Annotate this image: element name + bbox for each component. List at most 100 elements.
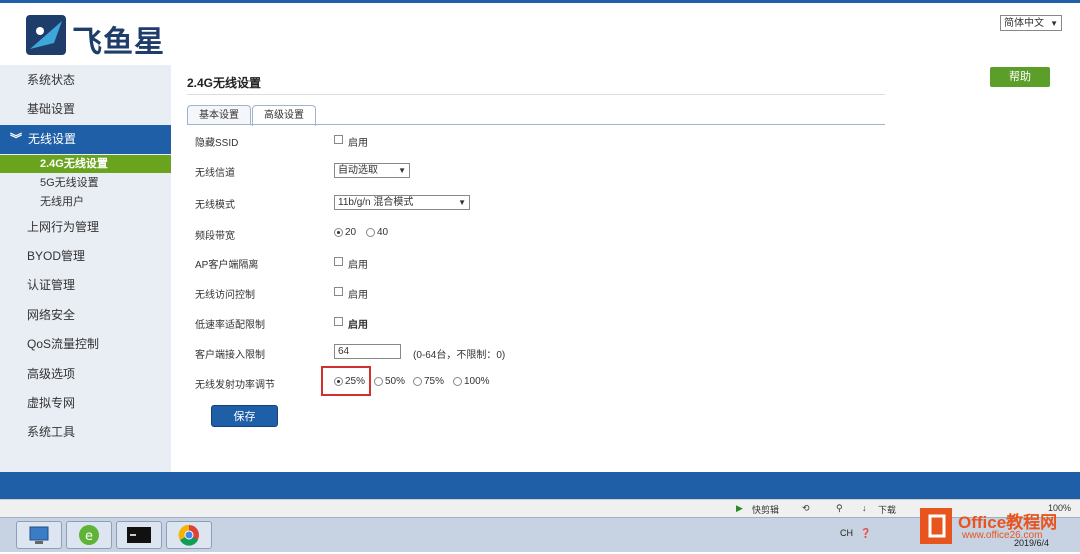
hide-ssid-checkbox[interactable]: [334, 135, 343, 144]
swirl-icon: ⟲: [802, 503, 810, 513]
taskbar-ie-button[interactable]: e: [66, 521, 112, 549]
sidebar-item-label: 高级选项: [27, 367, 76, 381]
hide-ssid-label: 隐藏SSID: [195, 138, 239, 149]
status-download[interactable]: 下载: [878, 503, 896, 516]
bandwidth-option-40: 40: [377, 227, 389, 238]
language-value: 简体中文: [1004, 18, 1044, 29]
watermark-subtext: www.office26.com: [962, 530, 1043, 541]
sidebar-subitem-label: 5G无线设置: [40, 177, 99, 189]
mode-value: 11b/g/n 混合模式: [338, 197, 414, 208]
sidebar-subitem-label: 无线用户: [40, 196, 84, 208]
browser-e-icon: e: [79, 525, 99, 545]
save-button[interactable]: 保存: [211, 405, 278, 427]
terminal-icon: [127, 527, 151, 543]
access-control-checkbox[interactable]: [334, 287, 343, 296]
main-content: 2.4G无线设置 帮助 基本设置 高级设置 隐藏SSID 启用 无线信道 自动选…: [171, 65, 1080, 472]
client-limit-label: 客户端接入限制: [195, 350, 265, 361]
download-icon: ↓: [862, 503, 867, 513]
highlight-box: [321, 366, 371, 396]
taskbar-cmd-button[interactable]: [116, 521, 162, 549]
sidebar-item-security[interactable]: 网络安全: [0, 301, 171, 330]
help-circle-icon[interactable]: ❓: [860, 528, 871, 539]
footer-bar: [0, 472, 1080, 499]
tabs-divider: [187, 124, 885, 125]
bandwidth-label: 频段带宽: [195, 231, 235, 242]
ap-isolation-checkbox[interactable]: [334, 257, 343, 266]
tab-advanced[interactable]: 高级设置: [252, 105, 316, 126]
channel-value: 自动选取: [338, 165, 378, 176]
ap-isolation-option: 启用: [348, 260, 368, 271]
sidebar-item-vpn[interactable]: 虚拟专网: [0, 389, 171, 418]
play-icon: ▶: [736, 503, 743, 513]
ap-isolation-label: AP客户端隔离: [195, 260, 259, 271]
sidebar-item-label: 基础设置: [27, 102, 76, 116]
tx-power-option-50: 50%: [385, 376, 406, 387]
sidebar-subitem-24g[interactable]: 2.4G无线设置: [0, 155, 171, 173]
sidebar: 系统状态 基础设置 ︾ 无线设置 2.4G无线设置 5G无线设置 无线用户 上网行…: [0, 65, 171, 472]
computer-icon: [29, 526, 49, 544]
sidebar-item-label: 认证管理: [27, 278, 76, 292]
logo: 飞鱼星: [24, 11, 174, 60]
title-divider: [187, 94, 885, 95]
sidebar-item-label: 网络安全: [27, 308, 76, 322]
tx-power-radio-100[interactable]: [453, 377, 462, 386]
sidebar-item-label: 系统状态: [27, 73, 76, 87]
sidebar-item-auth[interactable]: 认证管理: [0, 271, 171, 300]
chevron-down-icon: ▼: [1050, 19, 1058, 28]
tray-language[interactable]: CH: [840, 528, 853, 538]
low-rate-option: 启用: [348, 320, 368, 331]
channel-label: 无线信道: [195, 168, 235, 179]
bandwidth-option-20: 20: [345, 227, 357, 238]
sidebar-item-label: 无线设置: [28, 132, 77, 146]
access-control-option: 启用: [348, 290, 368, 301]
sidebar-item-tools[interactable]: 系统工具: [0, 418, 171, 447]
double-chevron-down-icon: ︾: [10, 132, 23, 146]
hide-ssid-option: 启用: [348, 138, 368, 149]
header: 飞鱼星 简体中文 ▼: [0, 3, 1080, 65]
sidebar-item-label: QoS流量控制: [27, 337, 100, 351]
chrome-icon: [178, 524, 199, 546]
sidebar-item-label: 上网行为管理: [27, 220, 100, 234]
chevron-down-icon: ▼: [458, 198, 466, 207]
sidebar-subitem-label: 2.4G无线设置: [40, 158, 108, 170]
sidebar-item-basic-settings[interactable]: 基础设置: [0, 95, 171, 124]
chevron-down-icon: ▼: [398, 166, 406, 175]
logo-fish-icon: [26, 15, 66, 55]
low-rate-label: 低速率适配限制: [195, 320, 265, 331]
tx-power-option-75: 75%: [424, 376, 445, 387]
access-control-label: 无线访问控制: [195, 290, 255, 301]
taskbar-explorer-button[interactable]: [16, 521, 62, 549]
client-limit-hint: (0-64台，不限制：0): [413, 350, 506, 361]
sidebar-item-label: 虚拟专网: [27, 396, 76, 410]
mode-select[interactable]: 11b/g/n 混合模式 ▼: [334, 195, 470, 210]
sidebar-item-qos[interactable]: QoS流量控制: [0, 330, 171, 359]
sidebar-item-behavior[interactable]: 上网行为管理: [0, 213, 171, 242]
sidebar-item-advanced[interactable]: 高级选项: [0, 360, 171, 389]
language-select[interactable]: 简体中文 ▼: [1000, 15, 1062, 31]
sidebar-item-system-status[interactable]: 系统状态: [0, 66, 171, 95]
sidebar-item-byod[interactable]: BYOD管理: [0, 242, 171, 271]
tab-basic[interactable]: 基本设置: [187, 105, 251, 125]
pin-icon: ⚲: [836, 503, 843, 513]
watermark: Office教程网 www.office26.com: [916, 500, 1080, 551]
mode-label: 无线模式: [195, 200, 235, 211]
svg-text:e: e: [85, 529, 93, 544]
logo-text: 飞鱼星: [72, 25, 165, 60]
low-rate-checkbox[interactable]: [334, 317, 343, 326]
help-button[interactable]: 帮助: [990, 67, 1050, 87]
bandwidth-radio-40[interactable]: [366, 228, 375, 237]
sidebar-item-label: 系统工具: [27, 425, 76, 439]
sidebar-item-label: BYOD管理: [27, 249, 86, 263]
tx-power-radio-75[interactable]: [413, 377, 422, 386]
sidebar-item-wireless[interactable]: ︾ 无线设置: [0, 125, 171, 154]
tx-power-radio-50[interactable]: [374, 377, 383, 386]
bandwidth-radio-20[interactable]: [334, 228, 343, 237]
sidebar-subitem-5g[interactable]: 5G无线设置: [0, 174, 171, 192]
page-title: 2.4G无线设置: [187, 76, 262, 90]
status-quick-edit[interactable]: 快剪辑: [752, 503, 779, 516]
taskbar-chrome-button[interactable]: [166, 521, 212, 549]
client-limit-input[interactable]: 64: [334, 344, 401, 359]
channel-select[interactable]: 自动选取 ▼: [334, 163, 410, 178]
sidebar-subitem-wireless-users[interactable]: 无线用户: [0, 193, 171, 211]
tx-power-option-100: 100%: [464, 376, 490, 387]
